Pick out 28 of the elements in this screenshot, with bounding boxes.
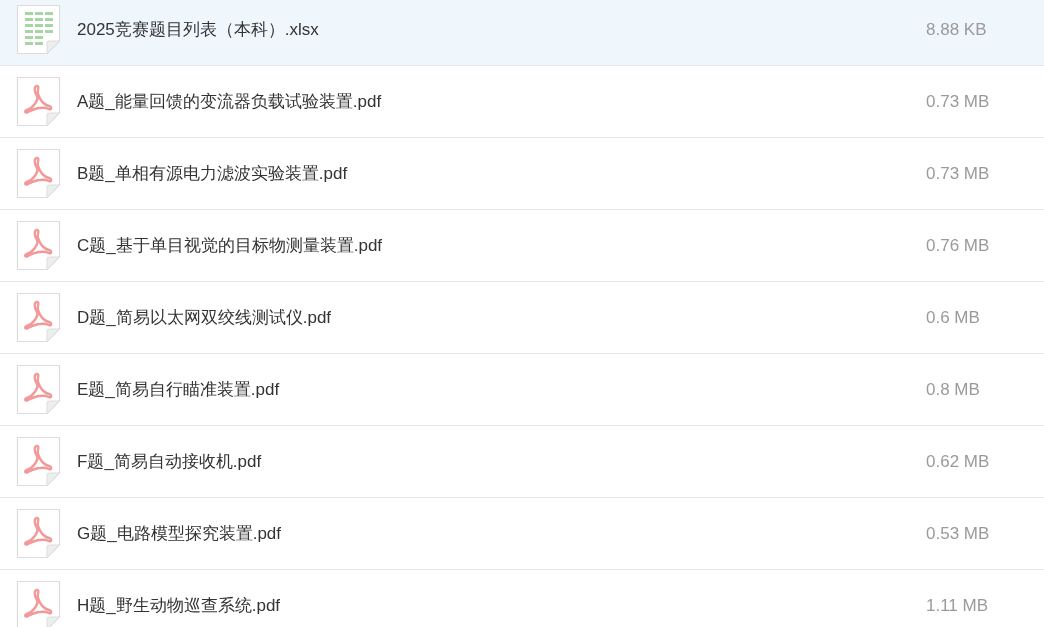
file-size: 0.53 MB bbox=[926, 523, 991, 544]
file-name: A题_能量回馈的变流器负载试验装置.pdf bbox=[77, 91, 383, 113]
pdf-file-icon bbox=[16, 436, 61, 487]
file-size: 1.11 MB bbox=[926, 595, 990, 616]
pdf-file-icon bbox=[16, 580, 61, 627]
file-name: 2025竞赛题目列表（本科）.xlsx bbox=[77, 19, 320, 41]
file-name: F题_简易自动接收机.pdf bbox=[77, 451, 263, 473]
file-name: B题_单相有源电力滤波实验装置.pdf bbox=[77, 163, 349, 185]
pdf-file-icon bbox=[16, 508, 61, 559]
file-name: G题_电路模型探究装置.pdf bbox=[77, 523, 283, 545]
file-name: H题_野生动物巡查系统.pdf bbox=[77, 595, 282, 617]
file-name: E题_简易自行瞄准装置.pdf bbox=[77, 379, 281, 401]
file-name: D题_简易以太网双绞线测试仪.pdf bbox=[77, 307, 333, 329]
pdf-file-icon bbox=[16, 76, 61, 127]
pdf-file-icon bbox=[16, 148, 61, 199]
file-name: C题_基于单目视觉的目标物测量装置.pdf bbox=[77, 235, 384, 257]
file-row[interactable]: 2025竞赛题目列表（本科）.xlsx 8.88 KB bbox=[0, 0, 1044, 66]
spreadsheet-file-icon bbox=[16, 4, 61, 55]
file-size: 0.76 MB bbox=[926, 235, 991, 256]
pdf-file-icon bbox=[16, 292, 61, 343]
file-size: 0.6 MB bbox=[926, 307, 981, 328]
pdf-file-icon bbox=[16, 220, 61, 271]
file-size: 0.8 MB bbox=[926, 379, 981, 400]
file-size: 0.73 MB bbox=[926, 163, 991, 184]
file-size: 0.73 MB bbox=[926, 91, 991, 112]
file-size: 0.62 MB bbox=[926, 451, 991, 472]
file-size: 8.88 KB bbox=[926, 19, 988, 40]
pdf-file-icon bbox=[16, 364, 61, 415]
